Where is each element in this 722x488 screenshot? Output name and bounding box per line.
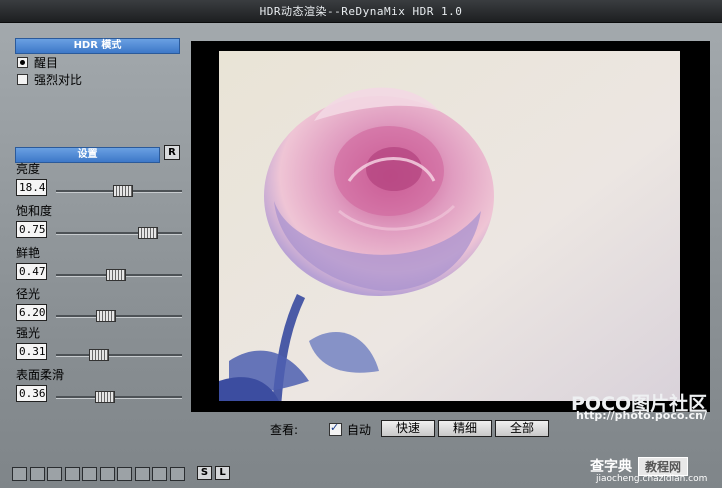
radio-checked-icon[interactable] — [17, 56, 28, 68]
hdr-mode-header: HDR 模式 — [15, 38, 180, 54]
setting-value-input[interactable]: 18.4 — [16, 179, 47, 196]
slider-thumb[interactable] — [94, 391, 115, 403]
setting-label: 径光 — [16, 287, 41, 301]
hdr-mode-option-label: 醒目 — [34, 55, 59, 70]
slider-track[interactable] — [56, 315, 182, 318]
slider-track[interactable] — [56, 354, 182, 357]
auto-toggle[interactable]: 自动 — [329, 420, 371, 438]
setting-value-input[interactable]: 0.31 — [16, 343, 47, 360]
preset-slot[interactable] — [152, 467, 167, 481]
setting-slider[interactable] — [56, 390, 182, 404]
slider-thumb[interactable] — [96, 310, 117, 322]
chazidian-name: 查字典 — [590, 459, 632, 475]
chazidian-watermark: 查字典 教程网 — [590, 456, 689, 476]
slider-track[interactable] — [56, 396, 182, 399]
radio-unchecked-icon[interactable] — [17, 73, 28, 85]
setting-label: 强光 — [16, 326, 41, 340]
save-button[interactable]: S — [197, 466, 212, 480]
hdr-mode-option-vivid[interactable]: 醒目 — [17, 55, 59, 70]
setting-label: 亮度 — [16, 162, 41, 176]
load-button[interactable]: L — [215, 466, 230, 480]
setting-label: 表面柔滑 — [16, 368, 65, 382]
slider-thumb[interactable] — [106, 269, 127, 281]
window-title: HDR动态渲染--ReDynaMix HDR 1.0 — [259, 5, 463, 18]
setting-slider[interactable] — [56, 348, 182, 362]
setting-value-input[interactable]: 6.20 — [16, 304, 47, 321]
slider-thumb[interactable] — [112, 185, 133, 197]
setting-slider[interactable] — [56, 184, 182, 198]
preset-slot[interactable] — [29, 467, 45, 481]
preview-image — [219, 51, 680, 401]
view-label: 查看: — [270, 422, 299, 437]
preset-slot[interactable] — [134, 467, 150, 481]
preset-slot[interactable] — [64, 467, 80, 481]
reset-button[interactable]: R — [164, 145, 180, 160]
preset-slot[interactable] — [169, 467, 185, 481]
setting-value-input[interactable]: 0.36 — [16, 385, 47, 402]
setting-value-input[interactable]: 0.47 — [16, 263, 47, 280]
slider-thumb[interactable] — [88, 349, 109, 361]
setting-slider[interactable] — [56, 309, 182, 323]
fine-button[interactable]: 精细 — [438, 420, 492, 437]
hdr-mode-option-label: 强烈对比 — [34, 72, 83, 87]
slider-thumb[interactable] — [137, 227, 158, 239]
setting-slider[interactable] — [56, 226, 182, 240]
preset-slot[interactable] — [117, 467, 132, 481]
setting-label: 鲜艳 — [16, 246, 41, 260]
preset-slot[interactable] — [47, 467, 62, 481]
fast-button[interactable]: 快速 — [381, 420, 435, 437]
chazidian-url-watermark: jiaocheng.chazidian.com — [596, 474, 708, 484]
setting-value-input[interactable]: 0.75 — [16, 221, 47, 238]
auto-label: 自动 — [347, 422, 372, 437]
preset-slot[interactable] — [99, 467, 115, 481]
title-bar: HDR动态渲染--ReDynaMix HDR 1.0 — [0, 0, 722, 23]
poco-url-watermark: http://photo.poco.cn/ — [576, 409, 707, 422]
hdr-mode-option-contrast[interactable]: 强烈对比 — [17, 72, 83, 87]
preset-slot[interactable] — [12, 467, 27, 481]
view-bar: 查看: — [270, 420, 298, 438]
setting-label: 饱和度 — [16, 204, 53, 218]
all-button[interactable]: 全部 — [495, 420, 549, 437]
slider-track[interactable] — [56, 232, 182, 235]
rose-image — [219, 51, 680, 401]
setting-slider[interactable] — [56, 268, 182, 282]
auto-checkbox[interactable] — [329, 421, 342, 436]
preset-slot[interactable] — [82, 467, 97, 481]
